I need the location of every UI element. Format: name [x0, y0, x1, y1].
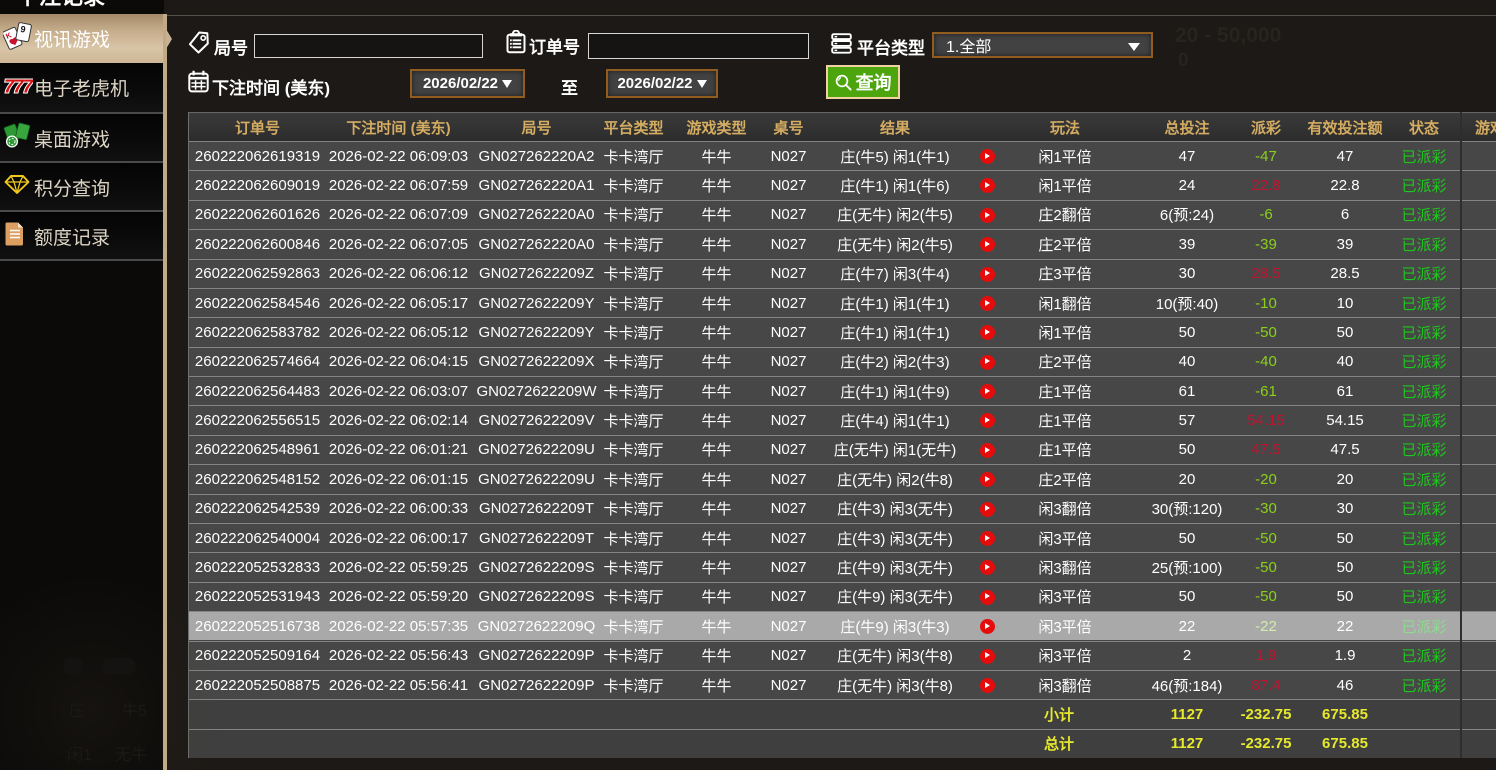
svg-text:777: 777 [4, 75, 33, 96]
